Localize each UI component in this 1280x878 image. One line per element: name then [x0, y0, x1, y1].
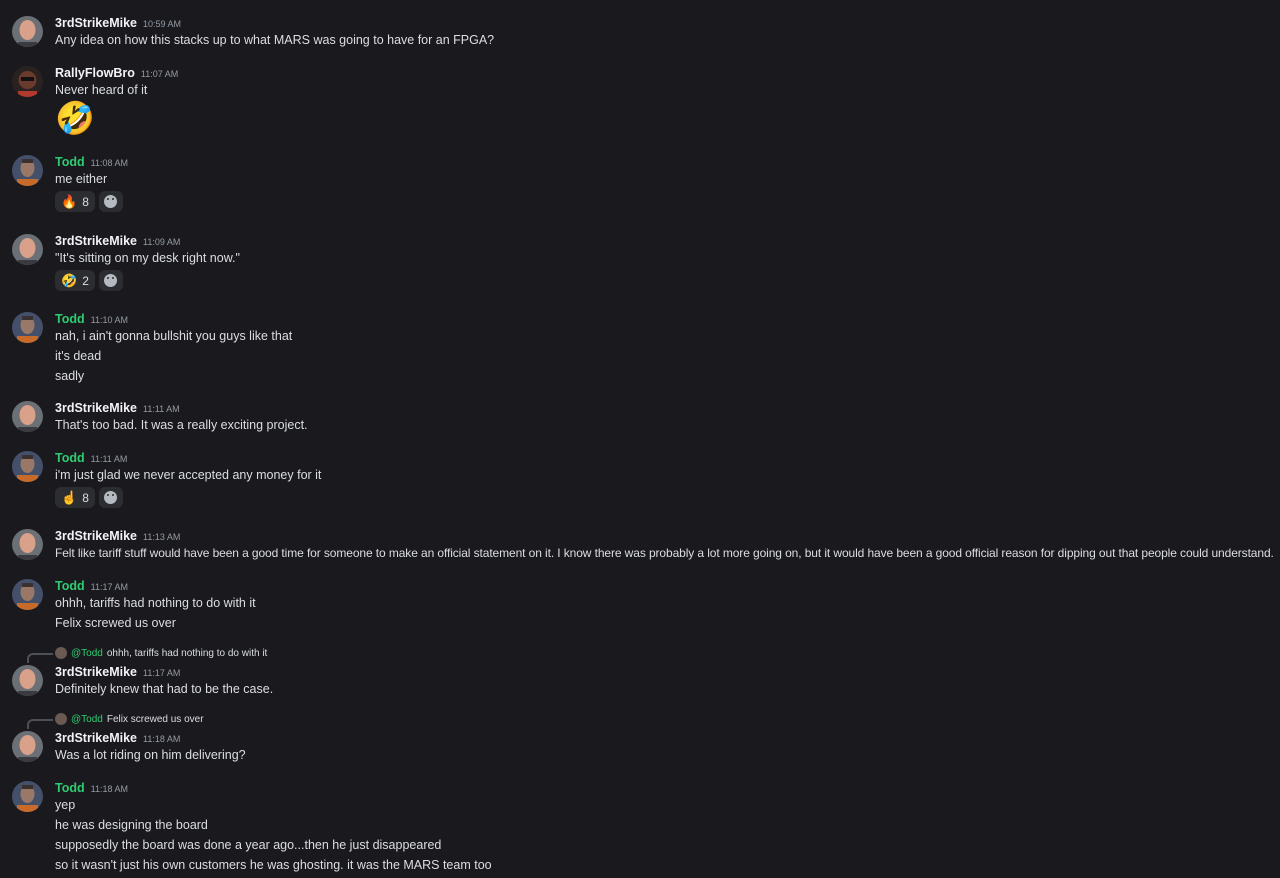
add-reaction-button[interactable]	[98, 487, 123, 508]
reply-preview[interactable]: @Todd ohhh, tariffs had nothing to do wi…	[55, 647, 267, 659]
timestamp: 11:18 AM	[142, 734, 181, 744]
smile-plus-icon	[104, 491, 118, 504]
avatar[interactable]	[12, 665, 43, 696]
mention[interactable]: @Todd	[71, 648, 103, 659]
timestamp: 11:07 AM	[140, 69, 179, 79]
username[interactable]: Todd 11:11 AM	[55, 451, 127, 465]
username[interactable]: 3rdStrikeMike 10:59 AM	[55, 16, 181, 30]
avatar[interactable]	[12, 781, 43, 812]
reactions-bar: 🤣 2	[55, 270, 123, 291]
message-text: he was designing the board	[55, 818, 208, 832]
timestamp: 11:17 AM	[142, 668, 181, 678]
avatar[interactable]	[12, 66, 43, 97]
point-up-icon: ☝️	[61, 490, 78, 505]
avatar	[55, 647, 67, 659]
message-text: it's dead	[55, 349, 102, 363]
reaction-count: 8	[82, 490, 89, 505]
avatar[interactable]	[12, 312, 43, 343]
timestamp: 11:09 AM	[142, 237, 181, 247]
reaction-fire[interactable]: 🔥 8	[55, 191, 95, 212]
timestamp: 11:11 AM	[142, 404, 180, 414]
username[interactable]: Todd 11:17 AM	[55, 579, 128, 593]
message-text: supposedly the board was done a year ago…	[55, 838, 442, 852]
avatar[interactable]	[12, 234, 43, 265]
add-reaction-button[interactable]	[98, 191, 123, 212]
message-text: so it wasn't just his own customers he w…	[55, 858, 492, 872]
timestamp: 11:17 AM	[90, 582, 128, 592]
reaction-rofl[interactable]: 🤣 2	[55, 270, 95, 291]
avatar[interactable]	[12, 579, 43, 610]
message-text: me either	[55, 172, 108, 186]
reply-preview[interactable]: @Todd Felix screwed us over	[55, 713, 204, 725]
reaction-point-up[interactable]: ☝️ 8	[55, 487, 95, 508]
avatar[interactable]	[12, 451, 43, 482]
username[interactable]: Todd 11:08 AM	[55, 155, 128, 169]
avatar[interactable]	[12, 401, 43, 432]
username[interactable]: 3rdStrikeMike 11:09 AM	[55, 234, 180, 248]
message-text: That's too bad. It was a really exciting…	[55, 418, 308, 432]
reaction-count: 8	[82, 194, 89, 209]
smile-plus-icon	[104, 195, 118, 208]
reaction-count: 2	[82, 273, 89, 288]
message-text: Felix screwed us over	[55, 616, 176, 630]
message-text: Never heard of it	[55, 83, 148, 97]
reactions-bar: ☝️ 8	[55, 487, 123, 508]
username[interactable]: 3rdStrikeMike 11:18 AM	[55, 731, 180, 745]
rofl-icon: 🤣	[61, 273, 78, 288]
avatar[interactable]	[12, 16, 43, 47]
avatar[interactable]	[12, 529, 43, 560]
message-text: nah, i ain't gonna bullshit you guys lik…	[55, 329, 293, 343]
username[interactable]: Todd 11:18 AM	[55, 781, 128, 795]
mention[interactable]: @Todd	[71, 714, 103, 725]
timestamp: 11:13 AM	[142, 532, 181, 542]
timestamp: 11:18 AM	[90, 784, 128, 794]
avatar[interactable]	[12, 155, 43, 186]
reply-connector	[27, 653, 53, 663]
timestamp: 11:11 AM	[90, 454, 128, 464]
add-reaction-button[interactable]	[98, 270, 123, 291]
smile-plus-icon	[104, 274, 118, 287]
message-text: Was a lot riding on him delivering?	[55, 748, 246, 762]
fire-icon: 🔥	[61, 194, 78, 209]
timestamp: 11:08 AM	[90, 158, 128, 168]
message-text: yep	[55, 798, 76, 812]
username[interactable]: 3rdStrikeMike 11:11 AM	[55, 401, 180, 415]
message-text: ohhh, tariffs had nothing to do with it	[55, 596, 256, 610]
message-text: sadly	[55, 369, 85, 383]
reply-connector	[27, 719, 53, 729]
reactions-bar: 🔥 8	[55, 191, 123, 212]
message-text: i'm just glad we never accepted any mone…	[55, 468, 322, 482]
message-text: Felt like tariff stuff would have been a…	[55, 546, 1274, 560]
username[interactable]: Todd 11:10 AM	[55, 312, 128, 326]
timestamp: 11:10 AM	[90, 315, 128, 325]
reply-text: ohhh, tariffs had nothing to do with it	[106, 647, 268, 659]
username[interactable]: 3rdStrikeMike 11:17 AM	[55, 665, 180, 679]
timestamp: 10:59 AM	[142, 19, 182, 29]
username[interactable]: RallyFlowBro 11:07 AM	[55, 66, 178, 80]
username[interactable]: 3rdStrikeMike 11:13 AM	[55, 529, 180, 543]
message-text: Definitely knew that had to be the case.	[55, 682, 274, 696]
message-text: Any idea on how this stacks up to what M…	[55, 33, 495, 47]
message-text: "It's sitting on my desk right now."	[55, 251, 240, 265]
avatar	[55, 713, 67, 725]
avatar[interactable]	[12, 731, 43, 762]
reply-text: Felix screwed us over	[106, 713, 204, 725]
rofl-emoji: 🤣	[55, 100, 95, 136]
